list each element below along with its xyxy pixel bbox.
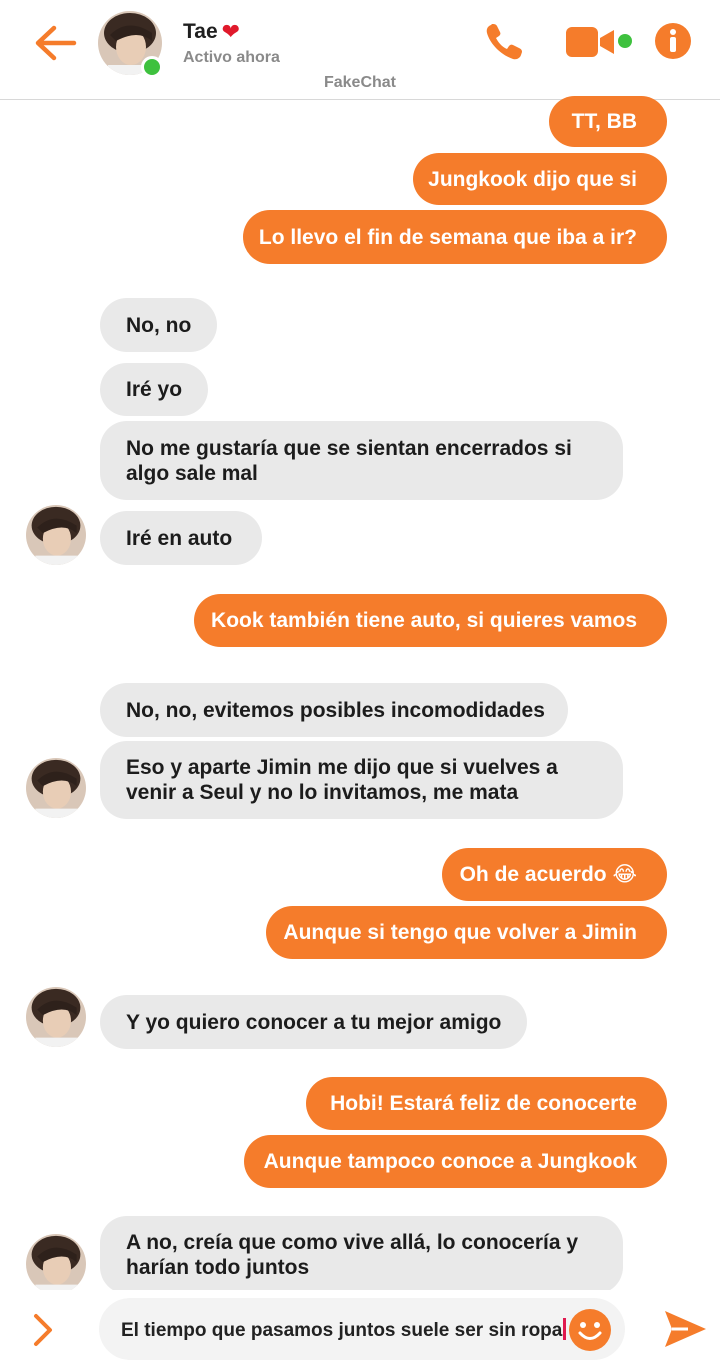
contact-name-text: Tae [183,20,218,43]
contact-name[interactable]: Tae ❤ [183,20,240,44]
contact-avatar-small [26,987,86,1047]
heart-icon: ❤ [221,19,241,44]
sent-message-bubble[interactable]: Jungkook dijo que si [413,153,667,205]
sent-message-bubble[interactable]: Lo llevo el fin de semana que iba a ir? [243,210,667,264]
received-message-bubble[interactable]: No me gustaría que se sientan encerrados… [100,421,623,500]
received-message-bubble[interactable]: Iré yo [100,363,208,416]
chevron-right-icon [34,1314,52,1346]
received-message-bubble[interactable]: A no, creía que como vive allá, lo conoc… [100,1216,623,1294]
message-input-value: El tiempo que pasamos juntos suele ser s… [121,1320,563,1341]
info-button[interactable] [654,22,692,60]
presence-status: Activo ahora [183,49,280,66]
back-button[interactable] [30,20,80,66]
sent-message-bubble[interactable]: TT, BB [549,96,667,147]
emoji-button[interactable] [568,1308,612,1352]
expand-actions-button[interactable] [30,1310,56,1350]
sent-message-bubble[interactable]: Aunque si tengo que volver a Jimin [266,906,667,959]
sent-message-bubble[interactable]: Kook también tiene auto, si quieres vamo… [194,594,667,647]
app-name: FakeChat [323,74,397,91]
phone-icon [486,24,522,60]
call-button[interactable] [482,20,526,64]
back-arrow-icon [35,25,77,61]
sent-message-bubble[interactable]: Oh de acuerdo 😂 [442,848,667,901]
text-caret [563,1318,567,1340]
send-icon [665,1311,706,1347]
video-online-indicator [618,34,632,48]
received-message-bubble[interactable]: No, no, evitemos posibles incomodidades [100,683,568,737]
received-message-bubble[interactable]: Iré en auto [100,511,262,565]
received-message-bubble[interactable]: Eso y aparte Jimin me dijo que si vuelve… [100,741,623,819]
emoji-icon [569,1309,611,1351]
contact-avatar-small [26,758,86,818]
received-message-bubble[interactable]: No, no [100,298,217,352]
contact-avatar-small [26,1234,86,1294]
video-call-button[interactable] [566,25,616,59]
sent-message-bubble[interactable]: Hobi! Estará feliz de conocerte [306,1077,667,1130]
info-icon [655,23,691,59]
contact-avatar-small [26,505,86,565]
message-input-text[interactable]: El tiempo que pasamos juntos suele ser s… [121,1318,567,1342]
video-camera-icon [566,27,614,57]
received-message-bubble[interactable]: Y yo quiero conocer a tu mejor amigo [100,995,527,1049]
sent-message-bubble[interactable]: Aunque tampoco conoce a Jungkook [244,1135,667,1188]
chat-header: Tae ❤ Activo ahora FakeChat [0,0,720,100]
send-button[interactable] [662,1306,708,1352]
